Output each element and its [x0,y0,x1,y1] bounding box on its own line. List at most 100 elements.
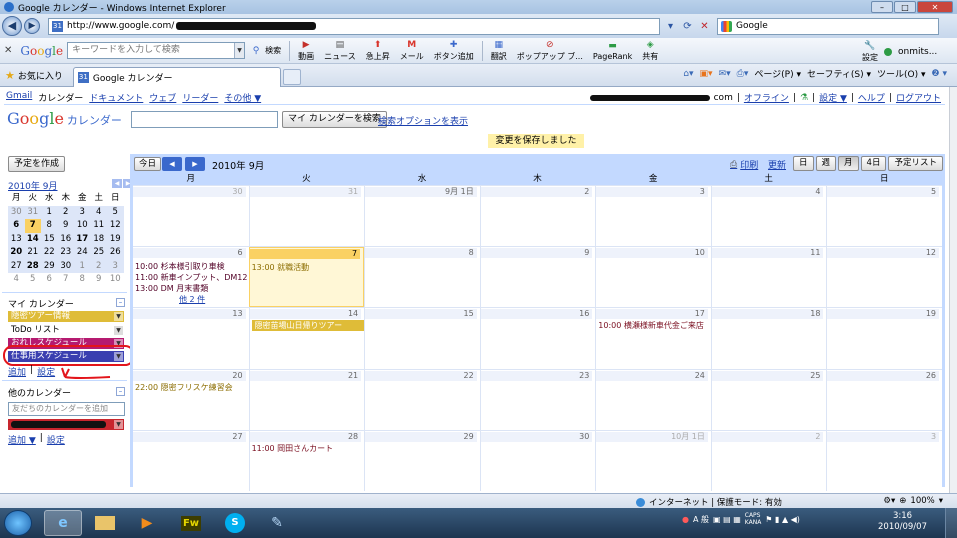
fireworks-taskbar-icon[interactable]: Fw [172,510,210,536]
forward-icon[interactable]: ▶ [24,18,40,34]
show-desktop-button[interactable] [945,508,957,538]
day-number[interactable]: 15 [365,309,477,320]
mini-day[interactable]: 1 [74,260,91,274]
toolbar-user[interactable]: onmits... [898,47,937,57]
event-bar[interactable]: 隠密苗場山日帰りツアー [251,320,364,332]
favorites-star-icon[interactable]: ★ [5,69,15,82]
event-item[interactable]: 22:00 隠密フリスケ練習会 [135,382,247,393]
mini-day[interactable]: 15 [41,233,58,247]
chevron-down-icon[interactable]: ▼ [114,326,123,335]
mini-day[interactable]: 18 [91,233,108,247]
day-cell[interactable]: 27 [133,431,249,491]
mini-day[interactable]: 2 [91,260,108,274]
chevron-down-icon[interactable]: ▼ [114,312,123,321]
day-number[interactable]: 12 [827,248,940,259]
day-number[interactable]: 19 [827,309,940,320]
day-number[interactable]: 30 [133,187,246,197]
zoom-control[interactable]: ⚙▾ ⊕ 100% ▾ [883,496,943,506]
day-number[interactable]: 27 [133,431,246,442]
mini-day[interactable]: 4 [91,206,108,220]
day-cell[interactable]: 16 [479,308,596,369]
tray-app-icon[interactable]: ● [682,515,689,524]
chevron-down-icon[interactable]: ▾ [939,496,943,506]
start-button[interactable] [4,510,32,536]
refresh-icon[interactable]: ⟳ [679,18,696,35]
refresh-link[interactable]: 更新 [768,158,786,171]
toolbar-mail-button[interactable]: M メール [400,40,424,62]
mini-calendar-month[interactable]: 2010年 9月 [8,179,58,192]
day-number[interactable]: 26 [827,370,940,381]
day-cell[interactable]: 31 [248,186,365,247]
day-cell[interactable]: 13 [133,308,249,368]
day-number[interactable]: 13 [133,309,246,320]
calendar-item-tour[interactable]: 隠密ツアー情報 ▼ [8,311,124,322]
mini-day[interactable]: 6 [41,273,58,287]
mini-day[interactable]: 27 [8,260,25,274]
toolbar-settings-button[interactable]: 🔧 設定 [862,41,878,63]
calendar-settings-link[interactable]: 設定 [37,365,55,378]
toolbar-translate-button[interactable]: ▦ 翻訳 [491,40,507,62]
day-number[interactable]: 5 [827,187,940,197]
mini-day[interactable]: 11 [91,219,108,233]
day-cell[interactable]: 9月 1日 [364,186,480,247]
toolbar-share-button[interactable]: ◈ 共有 [642,40,658,62]
view-week-button[interactable]: 週 [815,156,837,171]
day-number[interactable]: 3 [596,187,708,197]
mini-day[interactable]: 25 [91,246,108,260]
day-number[interactable]: 30 [480,431,593,442]
day-cell[interactable]: 23 [479,369,596,430]
print-link[interactable]: ⎙ 印刷 [730,158,758,172]
mini-day[interactable]: 14 [25,233,42,247]
day-number[interactable]: 11 [711,248,824,259]
day-cell[interactable]: 11 [710,247,827,308]
day-cell[interactable]: 3 [595,186,711,247]
mini-day[interactable]: 20 [8,246,25,260]
app-taskbar-icon[interactable]: ✎ [258,510,296,536]
next-month-icon[interactable]: ▶ [185,157,205,171]
ime-indicator[interactable]: A 般 [693,514,709,525]
toolbar-pagerank-button[interactable]: ▬ PageRank [593,41,632,61]
day-cell[interactable]: 28 11:00 岡田さんカート [248,430,365,491]
tray-icons[interactable]: ▣ ▤ ▦ [713,515,741,524]
day-number[interactable]: 21 [249,370,362,381]
mini-day[interactable]: 10 [107,273,124,287]
event-item[interactable]: 10:00 杉本様引取り車検 [135,261,247,272]
mini-day[interactable]: 5 [107,206,124,220]
logout-link[interactable]: ログアウト [896,91,941,104]
day-number[interactable]: 20 [133,370,246,381]
toolbar-popup-button[interactable]: ⊘ ポップアップ ブ... [517,40,583,62]
mini-day[interactable]: 21 [25,246,42,260]
mini-day[interactable]: 1 [41,206,58,220]
gbar-more-link[interactable]: その他 ▼ [224,91,261,104]
new-tab-button[interactable] [282,69,301,85]
gbar-docs-link[interactable]: ドキュメント [89,91,143,104]
safety-menu[interactable]: セーフティ(S) ▾ [807,67,871,80]
mini-day[interactable]: 7 [58,273,75,287]
back-icon[interactable]: ◀ [2,16,22,36]
add-friend-calendar-input[interactable]: 友だちのカレンダーを追加 [8,402,125,416]
url-field[interactable]: 31 http://www.google.com/ [48,17,660,35]
mini-day[interactable]: 3 [74,206,91,220]
prev-month-icon[interactable]: ◀ [162,157,182,171]
add-calendar-link[interactable]: 追加 [8,365,26,378]
print-icon[interactable]: ⎙▾ [737,69,749,79]
day-number[interactable]: 17 [596,309,708,320]
calendar-item-todo[interactable]: ToDo リスト ▼ [8,325,124,336]
day-cell[interactable]: 24 [595,369,711,430]
other-calendars-title[interactable]: 他のカレンダー [8,386,71,399]
mini-day[interactable]: 24 [74,246,91,260]
day-cell[interactable]: 6 10:00 杉本様引取り車検 11:00 新車インプット、DM120作 13… [133,247,249,307]
ie-taskbar-icon[interactable]: e [44,510,82,536]
mail-icon[interactable]: ✉▾ [719,69,731,79]
help-link[interactable]: ヘルプ [858,91,885,104]
skype-taskbar-icon[interactable]: S [216,510,254,536]
mini-day[interactable]: 30 [8,206,25,220]
google-calendar-logo[interactable]: Google カレンダー [7,109,122,128]
mini-day[interactable]: 19 [107,233,124,247]
day-cell[interactable]: 15 [364,308,480,369]
day-number[interactable]: 10 [596,248,708,259]
day-cell[interactable]: 29 [364,430,480,491]
collapse-icon[interactable]: – [116,387,125,396]
day-cell[interactable]: 26 [826,369,942,430]
browser-search-box[interactable]: Google [717,17,939,35]
